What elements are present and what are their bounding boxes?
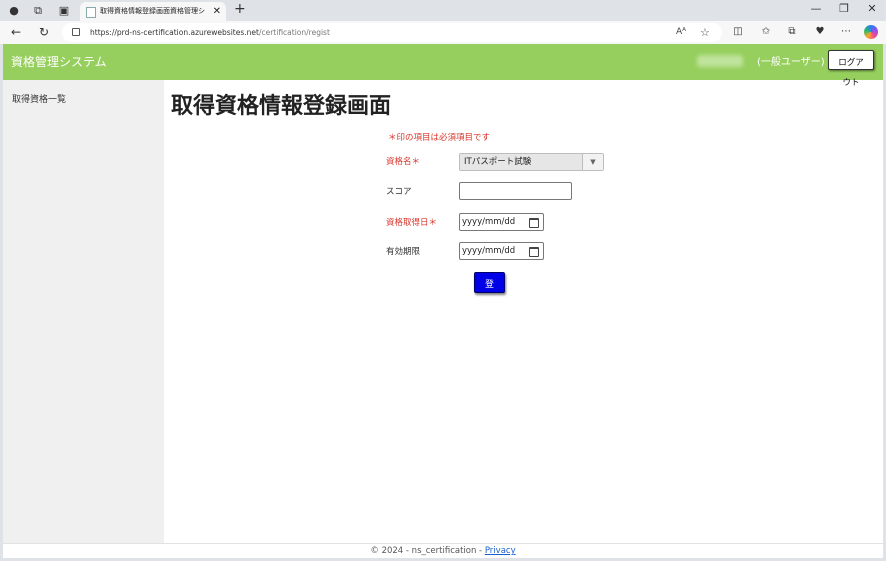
close-tab-icon[interactable]: ✕ — [213, 2, 221, 21]
privacy-link[interactable]: Privacy — [485, 546, 516, 556]
register-button[interactable]: 登録 — [474, 272, 505, 310]
refresh-icon[interactable]: ↻ — [36, 24, 52, 40]
sidebar: 取得資格一覧 — [3, 80, 164, 543]
cert-name-label: 資格名＊ — [386, 157, 421, 167]
read-aloud-icon[interactable]: Aᴬ — [676, 23, 686, 42]
page-favicon-icon — [86, 7, 96, 18]
expiry-date-placeholder: yyyy/mm/dd — [462, 246, 516, 256]
site-info-icon[interactable] — [72, 28, 80, 36]
close-window-icon[interactable]: ✕ — [862, 2, 882, 15]
required-note: ＊印の項目は必須項目です — [388, 133, 491, 143]
minimize-icon[interactable]: — — [806, 2, 826, 15]
calendar-icon[interactable] — [529, 247, 539, 257]
acquired-date-input[interactable]: yyyy/mm/dd — [459, 213, 544, 231]
workspaces-icon[interactable]: ⧉ — [30, 3, 46, 19]
score-label: スコア — [386, 187, 412, 197]
calendar-icon[interactable] — [529, 218, 539, 228]
app-header: 資格管理システム (一般ユーザー) ログアウト — [3, 44, 883, 87]
user-name-blurred — [697, 55, 743, 67]
browser-tab-active[interactable]: 取得資格情報登録画面資格管理シ ✕ — [80, 2, 226, 21]
web-page: 資格管理システム (一般ユーザー) ログアウト 取得資格一覧 取得資格情報登録画… — [3, 44, 883, 558]
more-menu-icon[interactable]: ⋯ — [838, 24, 854, 40]
footer-copyright: © 2024 - ns_certification - — [370, 546, 485, 556]
url-host: https://prd-ns-certification.azurewebsit… — [90, 28, 259, 37]
address-url: https://prd-ns-certification.azurewebsit… — [90, 23, 330, 42]
acquired-date-label: 資格取得日＊ — [386, 218, 438, 228]
browser-essentials-icon[interactable]: ♥ — [812, 24, 828, 40]
cert-name-selected-value: ITパスポート試験 — [464, 157, 532, 167]
app-brand[interactable]: 資格管理システム — [11, 44, 107, 80]
favorites-icon[interactable]: ✩ — [758, 24, 774, 40]
logout-button[interactable]: ログアウト — [828, 50, 874, 87]
expiry-date-label: 有効期限 — [386, 247, 421, 257]
new-tab-icon[interactable]: + — [234, 1, 246, 17]
collections-icon[interactable]: ⧉ — [784, 24, 800, 40]
page-title: 取得資格情報登録画面 — [171, 94, 392, 119]
address-bar[interactable]: https://prd-ns-certification.azurewebsit… — [62, 23, 722, 42]
copilot-icon[interactable] — [864, 25, 878, 39]
browser-toolbar: ← ↻ https://prd-ns-certification.azurewe… — [0, 21, 886, 44]
back-icon[interactable]: ← — [8, 24, 24, 40]
browser-tabstrip: ● ⧉ ▣ 取得資格情報登録画面資格管理シ ✕ + — ❐ ✕ — [0, 0, 886, 21]
user-role: (一般ユーザー) — [757, 57, 825, 68]
profile-icon[interactable]: ● — [6, 3, 22, 19]
favorite-star-icon[interactable]: ☆ — [700, 23, 710, 42]
restore-icon[interactable]: ❐ — [834, 2, 854, 15]
cert-name-select[interactable]: ITパスポート試験 ▼ — [459, 153, 604, 171]
tab-actions-icon[interactable]: ▣ — [56, 3, 72, 19]
page-footer: © 2024 - ns_certification - Privacy — [3, 543, 883, 558]
split-screen-icon[interactable]: ◫ — [730, 24, 746, 40]
url-path: /certification/regist — [258, 28, 330, 37]
acquired-date-placeholder: yyyy/mm/dd — [462, 217, 516, 227]
browser-tab-title: 取得資格情報登録画面資格管理シ — [100, 7, 205, 15]
sidebar-item-certification-list[interactable]: 取得資格一覧 — [12, 92, 66, 105]
expiry-date-input[interactable]: yyyy/mm/dd — [459, 242, 544, 260]
chevron-down-icon[interactable]: ▼ — [582, 154, 603, 170]
score-input[interactable] — [459, 182, 572, 200]
